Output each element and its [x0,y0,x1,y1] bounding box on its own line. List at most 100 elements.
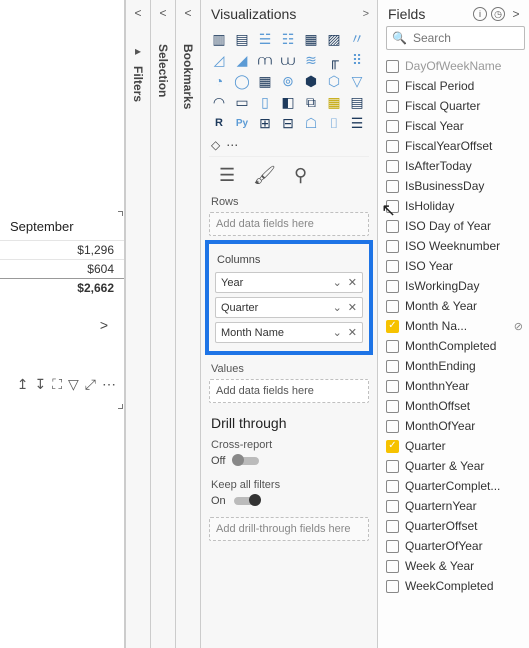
field-item[interactable]: Month Na...⊘ [384,316,525,336]
field-item[interactable]: IsWorkingDay [384,276,525,296]
custom-visual-icon[interactable]: ◇ [211,138,220,152]
field-item[interactable]: IsBusinessDay [384,176,525,196]
table-icon[interactable]: ▦ [324,93,344,111]
more-options-icon[interactable]: ⋯ [102,376,116,393]
format-tab-icon[interactable]: 🖌 [253,165,276,186]
field-checkbox[interactable] [386,440,399,453]
chevron-down-icon[interactable]: ⌄ [333,301,342,314]
search-input-wrapper[interactable]: 🔍 [386,26,525,50]
expand-all-icon[interactable]: ⛶ [52,376,62,393]
remove-field-icon[interactable]: ✕ [348,326,357,339]
drill-up-icon[interactable]: ↥ [17,376,29,393]
map-icon[interactable]: ⊚ [278,72,298,90]
info-icon[interactable]: i [473,7,487,21]
smart-narrative-icon[interactable]: ⌷ [324,114,344,132]
shape-map-icon[interactable]: ⬡ [324,72,344,90]
field-item[interactable]: Month & Year [384,296,525,316]
slicer-icon[interactable]: ⧉ [301,93,321,111]
filter-icon[interactable]: ▽ [68,376,79,393]
paginated-icon[interactable]: ☰ [347,114,367,132]
selection-pane-collapsed[interactable]: < Selection [150,0,175,648]
field-item[interactable]: MonthnYear [384,376,525,396]
field-checkbox[interactable] [386,580,399,593]
decomposition-icon[interactable]: ⊟ [278,114,298,132]
field-item[interactable]: QuarternYear [384,496,525,516]
key-influencers-icon[interactable]: ⊞ [255,114,275,132]
field-checkbox[interactable] [386,260,399,273]
field-item[interactable]: Quarter & Year [384,456,525,476]
clustered-column-icon[interactable]: ☷ [278,30,298,48]
report-canvas[interactable]: September $1,296 $604 $2,662 > ↥ ↧ ⛶ ▽ ⤢… [0,0,125,648]
field-checkbox[interactable] [386,240,399,253]
drill-through-well[interactable]: Add drill-through fields here [209,517,369,541]
field-pill-month-name[interactable]: Month Name ⌄ ✕ [215,322,363,343]
field-checkbox[interactable] [386,540,399,553]
field-checkbox[interactable] [386,460,399,473]
gauge-icon[interactable]: ◠ [209,93,229,111]
drill-down-icon[interactable]: ↧ [34,376,46,393]
filled-map-icon[interactable]: ⬢ [301,72,321,90]
field-item[interactable]: MonthCompleted [384,336,525,356]
visual-handle-br[interactable] [118,404,123,409]
field-checkbox[interactable] [386,380,399,393]
chevron-left-icon[interactable]: < [134,6,141,20]
clock-icon[interactable]: ◷ [491,7,505,21]
field-item[interactable]: ISO Day of Year [384,216,525,236]
field-checkbox[interactable] [386,280,399,293]
field-item[interactable]: QuarterOfYear [384,536,525,556]
filters-pane-collapsed[interactable]: < ▸ Filters [125,0,150,648]
qa-visual-icon[interactable]: ☖ [301,114,321,132]
field-pill-year[interactable]: Year ⌄ ✕ [215,272,363,293]
field-checkbox[interactable] [386,500,399,513]
cross-report-toggle[interactable] [233,457,259,465]
remove-field-icon[interactable]: ✕ [348,276,357,289]
stacked-area-icon[interactable]: ◢ [232,51,252,69]
field-checkbox[interactable] [386,140,399,153]
multi-card-icon[interactable]: ▯ [255,93,275,111]
keep-filters-toggle[interactable] [234,497,260,505]
field-checkbox[interactable] [386,120,399,133]
fields-tab-icon[interactable]: ☰ [219,165,235,186]
field-item[interactable]: QuarterComplet... [384,476,525,496]
donut-chart-icon[interactable]: ◯ [232,72,252,90]
python-visual-icon[interactable]: Py [232,114,252,132]
chevron-left-icon[interactable]: < [184,6,191,20]
chevron-down-icon[interactable]: ⌄ [333,276,342,289]
field-checkbox[interactable] [386,100,399,113]
analytics-tab-icon[interactable]: ⚲ [294,165,307,186]
pie-chart-icon[interactable]: ◔ [209,72,229,90]
field-pill-quarter[interactable]: Quarter ⌄ ✕ [215,297,363,318]
chevron-right-icon[interactable]: > [509,7,523,21]
field-item[interactable]: MonthEnding [384,356,525,376]
field-checkbox[interactable] [386,320,399,333]
field-item[interactable]: Fiscal Period [384,76,525,96]
kpi-icon[interactable]: ◧ [278,93,298,111]
field-item[interactable]: MonthOfYear [384,416,525,436]
field-checkbox[interactable] [386,560,399,573]
field-item[interactable]: Fiscal Quarter [384,96,525,116]
bookmarks-pane-collapsed[interactable]: < Bookmarks [175,0,200,648]
expand-indicator[interactable]: > [0,297,124,333]
field-item[interactable]: Week & Year [384,556,525,576]
chevron-left-icon[interactable]: < [159,6,166,20]
field-checkbox[interactable] [386,480,399,493]
field-checkbox[interactable] [386,360,399,373]
field-checkbox[interactable] [386,300,399,313]
line-stacked-icon[interactable]: ⩋ [255,51,275,69]
hundred-column-icon[interactable]: ▨ [324,30,344,48]
stacked-column-icon[interactable]: ▤ [232,30,252,48]
field-checkbox[interactable] [386,520,399,533]
chevron-down-icon[interactable]: ⌄ [333,326,342,339]
ribbon-chart-icon[interactable]: ≋ [301,51,321,69]
rows-field-well[interactable]: Add data fields here [209,212,369,236]
field-item[interactable]: QuarterOffset [384,516,525,536]
remove-field-icon[interactable]: ✕ [348,301,357,314]
field-item[interactable]: ISO Weeknumber [384,236,525,256]
more-visuals-icon[interactable]: ⋯ [226,138,238,152]
chevron-right-icon[interactable]: > [363,8,369,20]
field-checkbox[interactable] [386,160,399,173]
hundred-bar-icon[interactable]: ▦ [301,30,321,48]
treemap-icon[interactable]: ▦ [255,72,275,90]
matrix-icon[interactable]: ▤ [347,93,367,111]
field-checkbox[interactable] [386,340,399,353]
